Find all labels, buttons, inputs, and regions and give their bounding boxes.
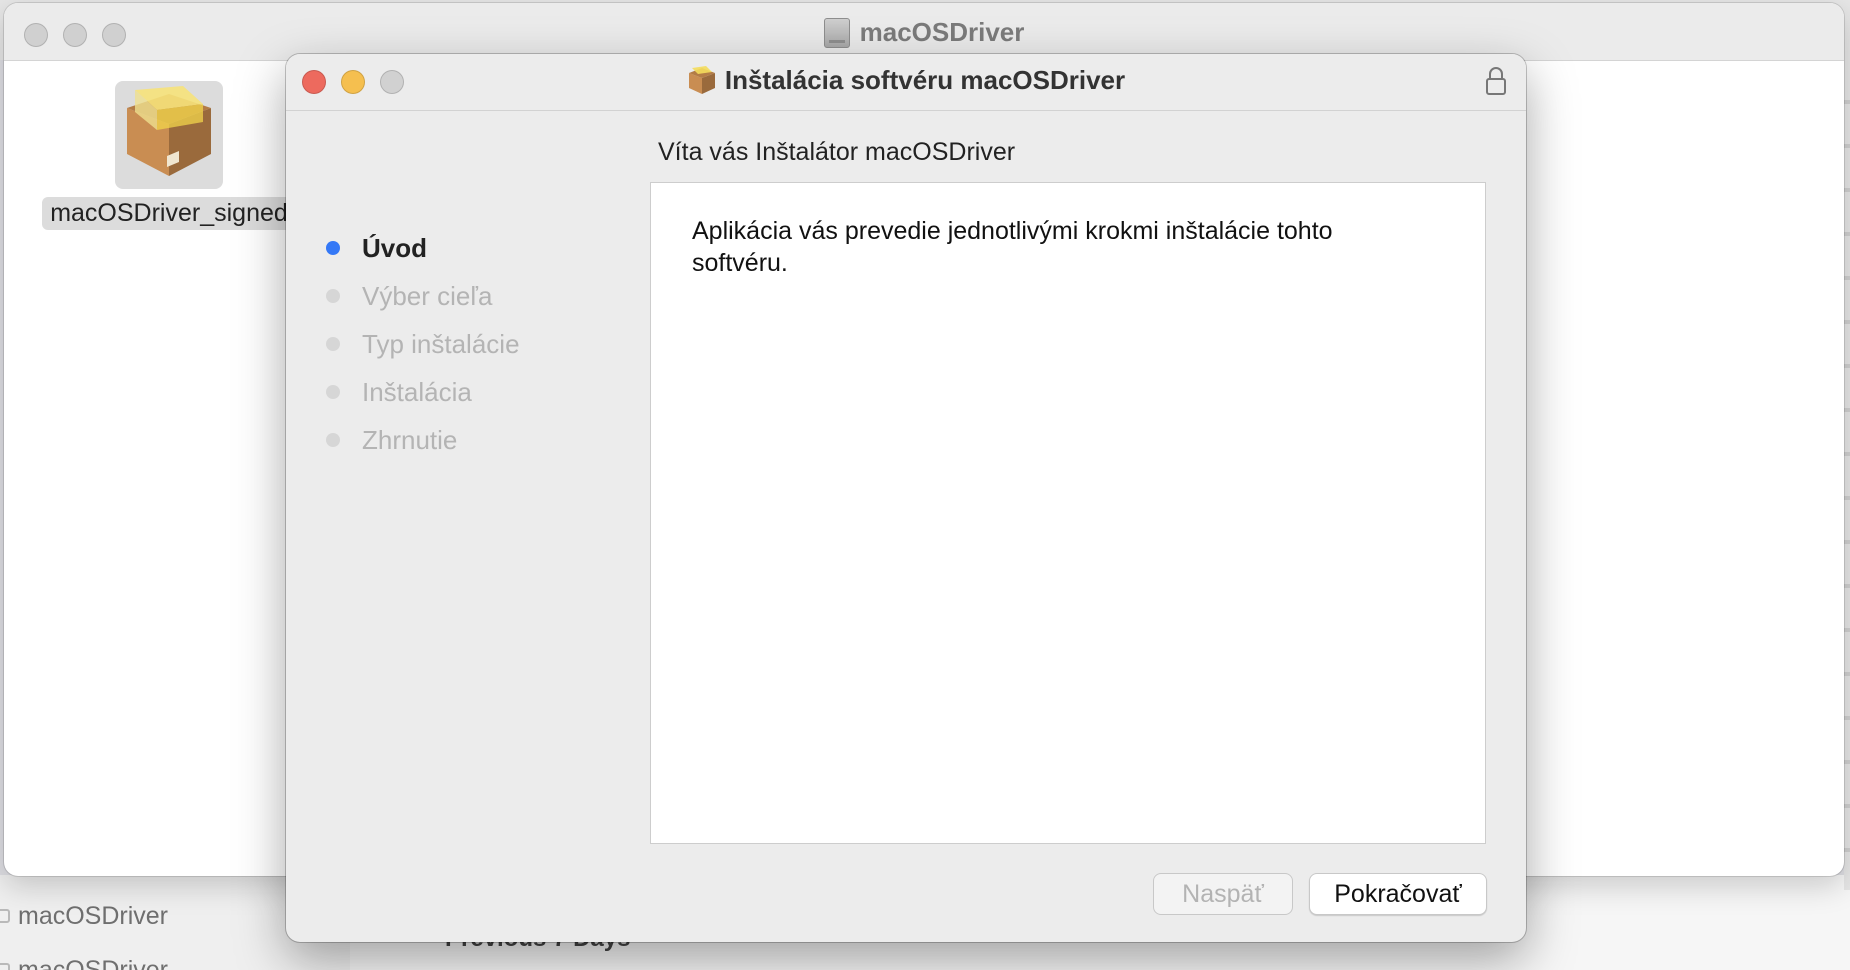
lock-icon[interactable] <box>1484 66 1508 96</box>
step-label: Úvod <box>362 232 427 263</box>
sidebar-item-macosdriver-2[interactable]: macOSDriver <box>0 950 300 970</box>
installer-title: Inštalácia softvéru macOSDriver <box>286 65 1526 96</box>
sidebar-item-label: macOSDriver <box>18 901 169 930</box>
background-window-edge <box>1844 60 1850 890</box>
continue-button[interactable]: Pokračovať <box>1309 873 1487 915</box>
disk-image-title-text: macOSDriver <box>859 17 1025 47</box>
package-icon[interactable] <box>115 81 223 189</box>
step-indicator <box>326 385 340 399</box>
disk-image-icon <box>823 17 850 48</box>
disk-image-title: macOSDriver <box>4 17 1844 48</box>
step-label: Inštalácia <box>362 376 472 407</box>
installer-titlebar: Inštalácia softvéru macOSDriver <box>286 54 1526 111</box>
step-indicator <box>326 433 340 447</box>
step-destination: Výber cieľa <box>326 272 520 320</box>
step-installation: Inštalácia <box>326 368 520 416</box>
package-icon <box>688 65 715 94</box>
step-label: Zhrnutie <box>362 424 458 455</box>
step-intro: Úvod <box>326 224 520 272</box>
disk-eject-icon <box>0 909 10 923</box>
step-indicator <box>326 289 340 303</box>
step-indicator-active <box>326 241 340 255</box>
installer-title-text: Inštalácia softvéru macOSDriver <box>724 65 1126 95</box>
sidebar-item-macosdriver[interactable]: macOSDriver <box>0 896 300 936</box>
welcome-heading: Víta vás Inštalátor macOSDriver <box>658 138 1016 166</box>
step-label: Výber cieľa <box>362 280 493 311</box>
package-file-name: macOSDriver_signed <box>42 197 296 230</box>
step-label: Typ inštalácie <box>362 328 520 359</box>
installation-steps: Úvod Výber cieľa Typ inštalácie Inštalác… <box>326 224 520 464</box>
installer-body-text: Aplikácia vás prevedie jednotlivými krok… <box>692 217 1333 277</box>
step-summary: Zhrnutie <box>326 416 520 464</box>
installer-window: Inštalácia softvéru macOSDriver Úvod Výb… <box>286 54 1526 942</box>
sidebar-item-label: macOSDriver <box>18 955 169 970</box>
disk-image-titlebar: macOSDriver <box>4 3 1844 61</box>
back-button[interactable]: Naspäť <box>1153 873 1293 915</box>
disk-eject-icon <box>0 963 10 970</box>
installer-content-pane: Aplikácia vás prevedie jednotlivými krok… <box>650 182 1486 844</box>
package-file-item[interactable]: macOSDriver_signed <box>42 81 296 230</box>
step-indicator <box>326 337 340 351</box>
step-installation-type: Typ inštalácie <box>326 320 520 368</box>
